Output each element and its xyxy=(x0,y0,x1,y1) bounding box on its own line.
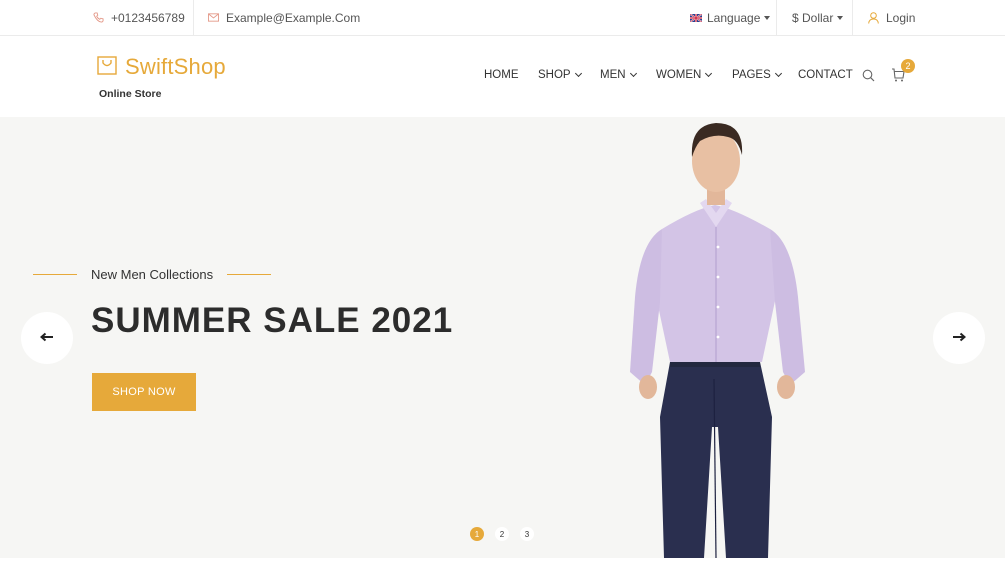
user-icon xyxy=(868,11,879,24)
page-bottom-strip xyxy=(0,558,1005,565)
hero-subheading-row: New Men Collections xyxy=(33,267,272,282)
slider-pagination: 1 2 3 xyxy=(470,527,545,541)
hero-slider: New Men Collections SUMMER SALE 2021 SHO… xyxy=(0,117,1005,558)
caret-down-icon xyxy=(764,15,771,20)
nav-shop[interactable]: SHOP xyxy=(538,69,582,81)
logo-subtitle: Online Store xyxy=(99,88,162,100)
chevron-down-icon xyxy=(629,69,637,78)
phone-icon xyxy=(93,12,104,23)
login-label: Login xyxy=(886,10,916,25)
decorative-line xyxy=(33,274,77,275)
model-image xyxy=(630,123,805,558)
nav-women-label: WOMEN xyxy=(656,69,702,81)
decorative-line xyxy=(227,274,272,275)
uk-flag-icon xyxy=(690,13,702,22)
nav-women[interactable]: WOMEN xyxy=(656,69,713,81)
nav-home[interactable]: HOME xyxy=(484,69,519,81)
nav-pages-label: PAGES xyxy=(732,69,771,81)
phone-contact[interactable]: +0123456789 xyxy=(93,0,185,35)
language-dropdown[interactable]: Language xyxy=(690,0,771,35)
shopping-bag-logo-icon xyxy=(97,55,117,80)
language-label: Language xyxy=(707,10,761,25)
mail-icon xyxy=(208,13,219,22)
shop-now-button[interactable]: SHOP NOW xyxy=(92,373,196,411)
logo-title: SwiftShop xyxy=(125,54,226,79)
slide-dot-3[interactable]: 3 xyxy=(520,527,534,541)
arrow-right-icon xyxy=(952,329,967,347)
caret-down-icon xyxy=(837,15,844,20)
divider xyxy=(193,0,194,35)
slide-dot-2[interactable]: 2 xyxy=(495,527,509,541)
phone-number: +0123456789 xyxy=(111,10,185,25)
top-bar: +0123456789 Example@Example.Com Language… xyxy=(0,0,1005,36)
nav-pages[interactable]: PAGES xyxy=(732,69,782,81)
nav-contact[interactable]: CONTACT xyxy=(798,69,853,81)
nav-home-label: HOME xyxy=(484,69,519,81)
chevron-down-icon xyxy=(705,69,713,78)
site-logo[interactable]: SwiftShop Online Store xyxy=(97,54,226,100)
nav-shop-label: SHOP xyxy=(538,69,571,81)
next-slide-button[interactable] xyxy=(933,312,985,364)
nav-men[interactable]: MEN xyxy=(600,69,637,81)
prev-slide-button[interactable] xyxy=(21,312,73,364)
email-contact[interactable]: Example@Example.Com xyxy=(208,0,360,35)
slide-dot-1[interactable]: 1 xyxy=(470,527,484,541)
nav-men-label: MEN xyxy=(600,69,626,81)
chevron-down-icon xyxy=(774,69,782,78)
nav-contact-label: CONTACT xyxy=(798,69,853,81)
cart-count-badge: 2 xyxy=(901,59,915,73)
currency-label: $ Dollar xyxy=(792,10,834,25)
email-address: Example@Example.Com xyxy=(226,10,361,25)
currency-dropdown[interactable]: $ Dollar xyxy=(792,0,844,35)
main-header: SwiftShop Online Store HOME SHOP MEN WOM… xyxy=(0,36,1005,117)
search-icon[interactable] xyxy=(862,69,875,87)
divider xyxy=(776,0,777,35)
chevron-down-icon xyxy=(574,69,582,78)
login-link[interactable]: Login xyxy=(868,0,915,35)
divider xyxy=(852,0,853,35)
hero-title: SUMMER SALE 2021 xyxy=(91,301,454,340)
arrow-left-icon xyxy=(39,329,54,347)
hero-subheading: New Men Collections xyxy=(91,267,214,282)
